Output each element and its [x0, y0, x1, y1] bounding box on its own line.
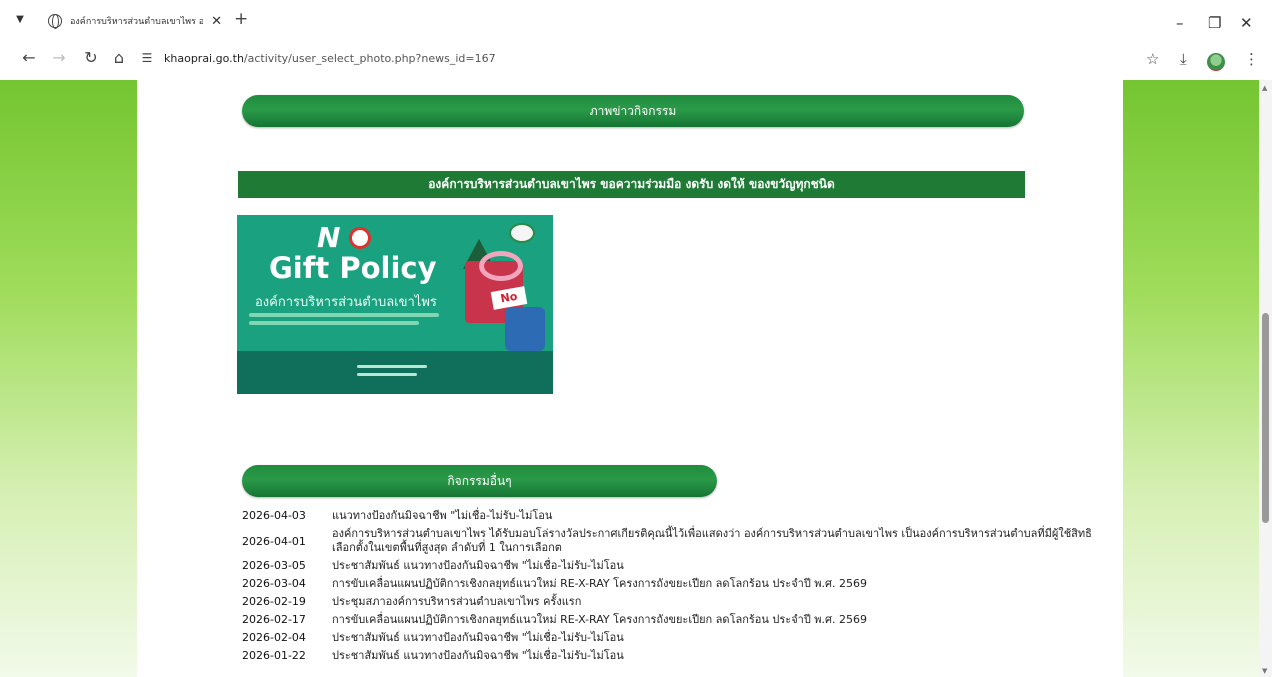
site-settings-icon[interactable]: ☰: [136, 51, 158, 65]
reload-icon[interactable]: ↻: [80, 48, 102, 67]
tab-title: องค์การบริหารส่วนตำบลเขาไพร อ.: [70, 17, 204, 27]
poster-title: Gift Policy: [269, 251, 437, 285]
org-logo-icon: [509, 223, 535, 243]
close-window-icon[interactable]: ✕: [1240, 14, 1253, 32]
page-scrollbar[interactable]: ▲ ▼: [1259, 80, 1272, 677]
scrollbar-thumb[interactable]: [1262, 313, 1269, 523]
activity-date: 2026-04-03: [242, 509, 306, 522]
activity-link[interactable]: องค์การบริหารส่วนตำบลเขาไพร ได้รับมอบโล่…: [332, 527, 1102, 555]
activity-link[interactable]: ประชุมสภาองค์การบริหารส่วนตำบลเขาไพร ครั…: [332, 595, 1102, 609]
activity-date: 2026-03-04: [242, 577, 306, 590]
address-bar[interactable]: khaoprai.go.th/activity/user_select_phot…: [164, 52, 496, 65]
poster-footer-line: [357, 365, 427, 368]
profile-icon[interactable]: [1207, 53, 1225, 71]
list-item[interactable]: 2026-02-17 การขับเคลื่อนแผนปฏิบัติการเชิ…: [242, 613, 1102, 627]
close-icon[interactable]: ✕: [211, 14, 222, 29]
poster-text-line: [249, 321, 419, 325]
activity-link[interactable]: การขับเคลื่อนแผนปฏิบัติการเชิงกลยุทธ์แนว…: [332, 577, 1102, 591]
ribbon-icon: [479, 251, 523, 281]
activity-date: 2026-03-05: [242, 559, 306, 572]
tab-list-icon[interactable]: ▼: [8, 9, 32, 31]
list-item[interactable]: 2026-02-19 ประชุมสภาองค์การบริหารส่วนตำบ…: [242, 595, 1102, 609]
activity-link[interactable]: ประชาสัมพันธ์ แนวทางป้องกันมิจฉาชีพ "ไม่…: [332, 649, 1102, 663]
url-host: khaoprai.go.th: [164, 52, 244, 65]
list-item[interactable]: 2026-03-05 ประชาสัมพันธ์ แนวทางป้องกันมิ…: [242, 559, 1102, 573]
news-title-banner: องค์การบริหารส่วนตำบลเขาไพร ขอความร่วมมื…: [238, 171, 1025, 198]
activity-date: 2026-02-17: [242, 613, 306, 626]
restore-icon[interactable]: ❐: [1208, 14, 1221, 32]
no-sign-icon: [349, 227, 371, 249]
activity-date: 2026-02-04: [242, 631, 306, 644]
activity-date: 2026-02-19: [242, 595, 306, 608]
poster-no-text: N: [317, 221, 341, 254]
list-item[interactable]: 2026-01-22 ประชาสัมพันธ์ แนวทางป้องกันมิ…: [242, 649, 1102, 663]
browser-toolbar: ← → ↻ ⌂ ☰ khaoprai.go.th/activity/user_s…: [0, 40, 1272, 80]
tab-bar: ▼ องค์การบริหารส่วนตำบลเขาไพร อ. ✕ + – ❐…: [0, 0, 1272, 40]
list-item[interactable]: 2026-02-04 ประชาสัมพันธ์ แนวทางป้องกันมิ…: [242, 631, 1102, 645]
scroll-down-icon[interactable]: ▼: [1262, 667, 1267, 675]
gift-bag-icon: [505, 307, 545, 351]
url-path: /activity/user_select_photo.php?news_id=…: [243, 52, 496, 65]
list-item[interactable]: 2026-03-04 การขับเคลื่อนแผนปฏิบัติการเชิ…: [242, 577, 1102, 591]
right-side-decoration: [1123, 80, 1259, 677]
left-side-decoration: [0, 80, 137, 677]
forward-icon[interactable]: →: [48, 48, 70, 67]
list-item[interactable]: 2026-04-01 องค์การบริหารส่วนตำบลเขาไพร ไ…: [242, 527, 1102, 555]
new-tab-icon[interactable]: +: [234, 9, 248, 29]
photo-news-header: ภาพข่าวกิจกรรม: [242, 95, 1024, 127]
poster-org: องค์การบริหารส่วนตำบลเขาไพร: [255, 295, 437, 310]
activity-date: 2026-01-22: [242, 649, 306, 662]
activity-link[interactable]: แนวทางป้องกันมิจฉาชีพ "ไม่เชื่อ-ไม่รับ-ไ…: [332, 509, 1102, 523]
scroll-up-icon[interactable]: ▲: [1262, 84, 1267, 92]
web-page: ภาพข่าวกิจกรรม องค์การบริหารส่วนตำบลเขาไ…: [0, 80, 1272, 677]
globe-icon: [48, 14, 62, 29]
gift-policy-image[interactable]: N Gift Policy องค์การบริหารส่วนตำบลเขาไพ…: [237, 215, 553, 394]
activity-date: 2026-04-01: [242, 535, 306, 548]
activity-link[interactable]: การขับเคลื่อนแผนปฏิบัติการเชิงกลยุทธ์แนว…: [332, 613, 1102, 627]
home-icon[interactable]: ⌂: [108, 48, 130, 67]
poster-footer-line: [357, 373, 417, 376]
star-icon[interactable]: ☆: [1146, 50, 1159, 68]
activity-link[interactable]: ประชาสัมพันธ์ แนวทางป้องกันมิจฉาชีพ "ไม่…: [332, 559, 1102, 573]
menu-icon[interactable]: ⋮: [1244, 50, 1259, 68]
browser-tab[interactable]: องค์การบริหารส่วนตำบลเขาไพร อ. ✕: [40, 6, 230, 36]
other-activities-header: กิจกรรมอื่นๆ: [242, 465, 717, 497]
poster-text-line: [249, 313, 439, 317]
list-item[interactable]: 2026-04-03 แนวทางป้องกันมิจฉาชีพ "ไม่เชื…: [242, 509, 1102, 523]
activity-link[interactable]: ประชาสัมพันธ์ แนวทางป้องกันมิจฉาชีพ "ไม่…: [332, 631, 1102, 645]
back-icon[interactable]: ←: [18, 48, 40, 67]
minimize-icon[interactable]: –: [1176, 14, 1184, 32]
activity-list: 2026-04-03 แนวทางป้องกันมิจฉาชีพ "ไม่เชื…: [242, 509, 1102, 667]
download-icon[interactable]: ⤓: [1180, 50, 1187, 68]
